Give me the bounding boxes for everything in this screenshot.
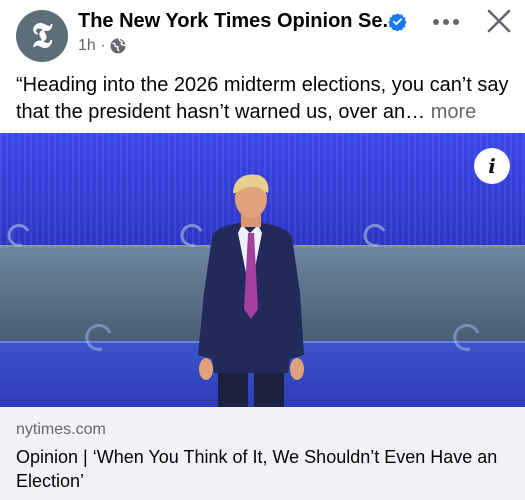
nyt-logo-icon: 𝕿: [31, 16, 53, 56]
post-caption: “Heading into the 2026 midterm elections…: [16, 72, 516, 126]
link-domain: nytimes.com: [16, 421, 106, 438]
post-header: 𝕿 The New York Times Opinion Se... 1h ·: [0, 0, 525, 66]
photo-scene: [0, 133, 525, 407]
page-avatar[interactable]: 𝕿: [16, 10, 68, 62]
close-icon: [487, 9, 511, 33]
link-title[interactable]: Opinion | ‘When You Think of It, We Shou…: [16, 445, 511, 493]
post-time[interactable]: 1h ·: [78, 37, 106, 55]
close-button[interactable]: [484, 6, 514, 36]
more-dots-icon: [433, 19, 459, 25]
post-photo[interactable]: i: [0, 133, 525, 407]
verified-badge-icon: [388, 13, 407, 31]
page-name[interactable]: The New York Times Opinion Se...: [78, 10, 399, 33]
info-button[interactable]: i: [474, 148, 510, 184]
more-options-button[interactable]: [428, 8, 464, 36]
info-icon: i: [488, 154, 496, 178]
post-meta: 1h ·: [78, 37, 126, 55]
globe-icon: [110, 38, 126, 54]
see-more-link[interactable]: more: [431, 101, 477, 123]
link-preview[interactable]: nytimes.com Opinion | ‘When You Think of…: [0, 407, 525, 500]
